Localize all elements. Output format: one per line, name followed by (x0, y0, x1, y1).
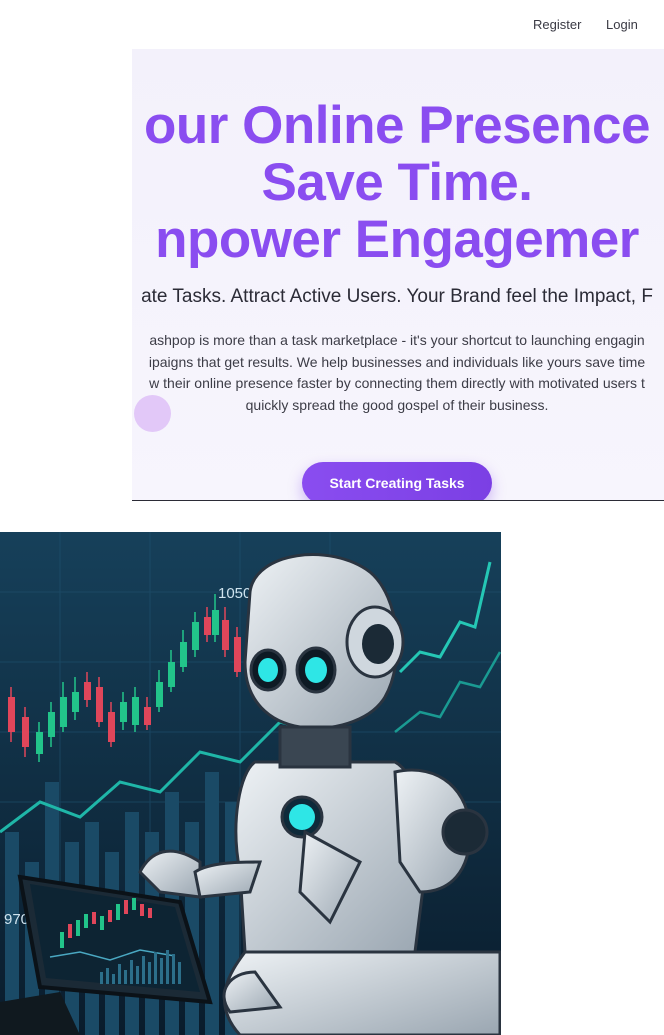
hero-description-line-4: quickly spread the good gospel of their … (245, 396, 549, 413)
robot-right-eye (305, 657, 327, 683)
top-nav: Register Login (0, 0, 664, 50)
hero-subtitle: ate Tasks. Attract Active Users. Your Br… (141, 286, 653, 307)
hero-section: our Online Presence Save Time. npower En… (132, 49, 664, 501)
hero-description: ashpop is more than a task marketplace -… (132, 330, 664, 416)
hero-title-line-2: Save Time. (261, 153, 533, 212)
robot-left-eye (258, 658, 278, 682)
hero-title: our Online Presence Save Time. npower En… (132, 97, 664, 268)
hero-description-line-2: ipaigns that get results. We help busine… (148, 353, 646, 370)
decorative-circle (134, 395, 171, 432)
hero-description-line-3: w their online presence faster by connec… (149, 375, 645, 391)
hero-description-line-1: ashpop is more than a task marketplace -… (149, 332, 645, 348)
login-link[interactable]: Login (606, 17, 638, 32)
start-creating-tasks-button[interactable]: Start Creating Tasks (302, 462, 492, 500)
trading-robot-illustration: 10500 970C (0, 532, 501, 1035)
hero-content: our Online Presence Save Time. npower En… (132, 49, 664, 416)
register-link[interactable]: Register (533, 17, 581, 32)
hero-title-line-3: npower Engagemer (155, 210, 639, 269)
hero-title-line-1: our Online Presence (144, 96, 650, 155)
